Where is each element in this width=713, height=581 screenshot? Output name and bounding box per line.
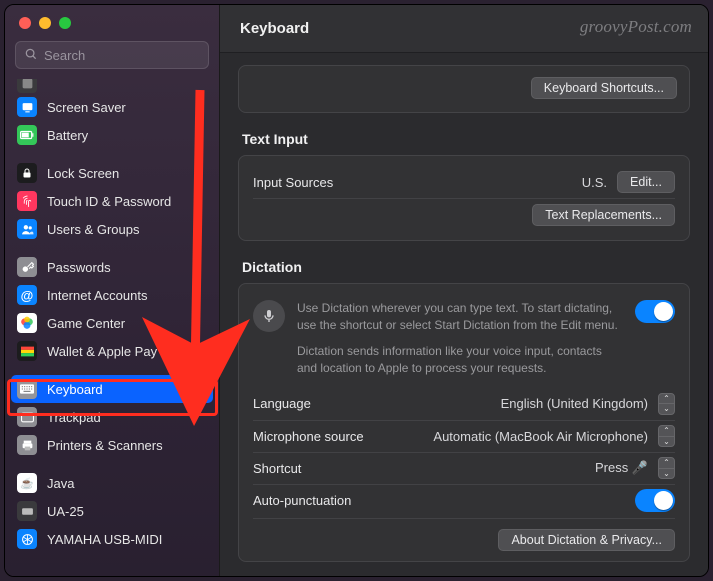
- java-icon: ☕: [17, 473, 37, 493]
- text-replacements-button[interactable]: Text Replacements...: [532, 204, 675, 226]
- sidebar-item-yamaha-usb-midi[interactable]: YAMAHA USB-MIDI: [11, 525, 213, 553]
- sidebar-item-keyboard[interactable]: Keyboard: [11, 375, 213, 403]
- dictation-mic-value: Automatic (MacBook Air Microphone): [433, 429, 648, 444]
- dictation-shortcut-value: Press 🎤: [595, 460, 648, 476]
- input-sources-value: U.S.: [582, 175, 607, 190]
- placeholder-icon: [17, 79, 37, 93]
- text-input-heading: Text Input: [242, 131, 686, 147]
- ua25-icon: [17, 501, 37, 521]
- yamaha-icon: [17, 529, 37, 549]
- at-icon: @: [17, 285, 37, 305]
- dictation-language-stepper[interactable]: ⌃⌄: [658, 393, 675, 415]
- sidebar-item-printers-scanners[interactable]: Printers & Scanners: [11, 431, 213, 459]
- users-icon: [17, 219, 37, 239]
- sidebar-item-label: Screen Saver: [47, 100, 126, 115]
- keyboard-shortcuts-button[interactable]: Keyboard Shortcuts...: [531, 77, 677, 99]
- dictation-toggle[interactable]: [635, 300, 675, 323]
- page-title: Keyboard: [240, 20, 309, 37]
- sidebar-item-label: Java: [47, 476, 74, 491]
- sidebar-item-touch-id-password[interactable]: Touch ID & Password: [11, 187, 213, 215]
- sidebar-item-wallet-apple-pay[interactable]: Wallet & Apple Pay: [11, 337, 213, 365]
- dictation-heading: Dictation: [242, 259, 686, 275]
- sidebar-item-label: Touch ID & Password: [47, 194, 171, 209]
- main-pane: Keyboard groovyPost.com Keyboard Shortcu…: [220, 5, 708, 576]
- sidebar-item-game-center[interactable]: Game Center: [11, 309, 213, 337]
- gamecenter-icon: [17, 313, 37, 333]
- dictation-shortcut-row: Shortcut Press 🎤 ⌃⌄: [253, 452, 675, 484]
- settings-window: Screen Saver Battery Lock Screen Touch ID &…: [4, 4, 709, 577]
- sidebar-item-screen-saver[interactable]: Screen Saver: [11, 93, 213, 121]
- key-icon: [17, 257, 37, 277]
- about-dictation-button[interactable]: About Dictation & Privacy...: [498, 529, 675, 551]
- sidebar-item-label: Trackpad: [47, 410, 101, 425]
- search-field[interactable]: [15, 41, 209, 69]
- sidebar-item-java[interactable]: ☕ Java: [11, 469, 213, 497]
- trackpad-icon: [17, 407, 37, 427]
- keyboard-icon: [17, 379, 37, 399]
- sidebar-item-label: YAMAHA USB-MIDI: [47, 532, 162, 547]
- content-scroll: Keyboard Shortcuts... Text Input Input S…: [220, 53, 708, 576]
- about-dictation-label: About Dictation & Privacy...: [511, 533, 662, 547]
- dictation-language-value: English (United Kingdom): [501, 396, 648, 411]
- zoom-window-button[interactable]: [59, 17, 71, 29]
- wallet-icon: [17, 341, 37, 361]
- dictation-shortcut-label: Shortcut: [253, 461, 585, 476]
- sidebar-list: Screen Saver Battery Lock Screen Touch ID &…: [5, 79, 219, 576]
- printer-icon: [17, 435, 37, 455]
- sidebar-item-ua-25[interactable]: UA-25: [11, 497, 213, 525]
- screensaver-icon: [17, 97, 37, 117]
- sidebar-item-item-0[interactable]: [11, 79, 213, 93]
- sidebar-item-lock-screen[interactable]: Lock Screen: [11, 159, 213, 187]
- dictation-desc-1: Use Dictation wherever you can type text…: [297, 300, 623, 335]
- sidebar-item-label: Battery: [47, 128, 88, 143]
- search-input[interactable]: [44, 48, 220, 63]
- dictation-shortcut-stepper[interactable]: ⌃⌄: [658, 457, 675, 479]
- lock-icon: [17, 163, 37, 183]
- sidebar: Screen Saver Battery Lock Screen Touch ID &…: [5, 5, 220, 576]
- text-input-panel: Input Sources U.S. Edit... Text Replacem…: [238, 155, 690, 241]
- input-sources-label: Input Sources: [253, 175, 572, 190]
- sidebar-item-label: Lock Screen: [47, 166, 119, 181]
- dictation-mic-row: Microphone source Automatic (MacBook Air…: [253, 420, 675, 452]
- dictation-desc-2: Dictation sends information like your vo…: [297, 343, 623, 378]
- sidebar-item-label: UA-25: [47, 504, 84, 519]
- microphone-icon: [253, 300, 285, 332]
- edit-label: Edit...: [630, 175, 662, 189]
- search-icon: [24, 47, 38, 64]
- sidebar-item-label: Game Center: [47, 316, 125, 331]
- window-controls: [5, 5, 219, 37]
- keyboard-shortcuts-label: Keyboard Shortcuts...: [544, 81, 664, 95]
- text-replacements-row: Text Replacements...: [253, 198, 675, 230]
- sidebar-item-label: Passwords: [47, 260, 111, 275]
- dictation-description-row: Use Dictation wherever you can type text…: [253, 294, 675, 388]
- sidebar-item-internet-accounts[interactable]: @ Internet Accounts: [11, 281, 213, 309]
- dictation-mic-stepper[interactable]: ⌃⌄: [658, 425, 675, 447]
- fingerprint-icon: [17, 191, 37, 211]
- input-sources-edit-button[interactable]: Edit...: [617, 171, 675, 193]
- dictation-autopunct-row: Auto-punctuation: [253, 484, 675, 516]
- sidebar-item-battery[interactable]: Battery: [11, 121, 213, 149]
- dictation-autopunct-label: Auto-punctuation: [253, 493, 625, 508]
- sidebar-item-label: Internet Accounts: [47, 288, 147, 303]
- sidebar-item-label: Wallet & Apple Pay: [47, 344, 157, 359]
- sidebar-item-users-groups[interactable]: Users & Groups: [11, 215, 213, 243]
- minimize-window-button[interactable]: [39, 17, 51, 29]
- sidebar-item-trackpad[interactable]: Trackpad: [11, 403, 213, 431]
- dictation-mic-label: Microphone source: [253, 429, 423, 444]
- close-window-button[interactable]: [19, 17, 31, 29]
- input-sources-row: Input Sources U.S. Edit...: [253, 166, 675, 198]
- sidebar-item-label: Keyboard: [47, 382, 103, 397]
- battery-icon: [17, 125, 37, 145]
- sidebar-item-label: Users & Groups: [47, 222, 139, 237]
- dictation-language-label: Language: [253, 396, 491, 411]
- dictation-panel: Use Dictation wherever you can type text…: [238, 283, 690, 562]
- sidebar-item-passwords[interactable]: Passwords: [11, 253, 213, 281]
- dictation-language-row: Language English (United Kingdom) ⌃⌄: [253, 388, 675, 420]
- sidebar-item-label: Printers & Scanners: [47, 438, 163, 453]
- dictation-autopunct-toggle[interactable]: [635, 489, 675, 512]
- keyboard-panel-top: Keyboard Shortcuts...: [238, 65, 690, 113]
- text-replacements-label: Text Replacements...: [545, 208, 662, 222]
- watermark-text: groovyPost.com: [580, 17, 692, 37]
